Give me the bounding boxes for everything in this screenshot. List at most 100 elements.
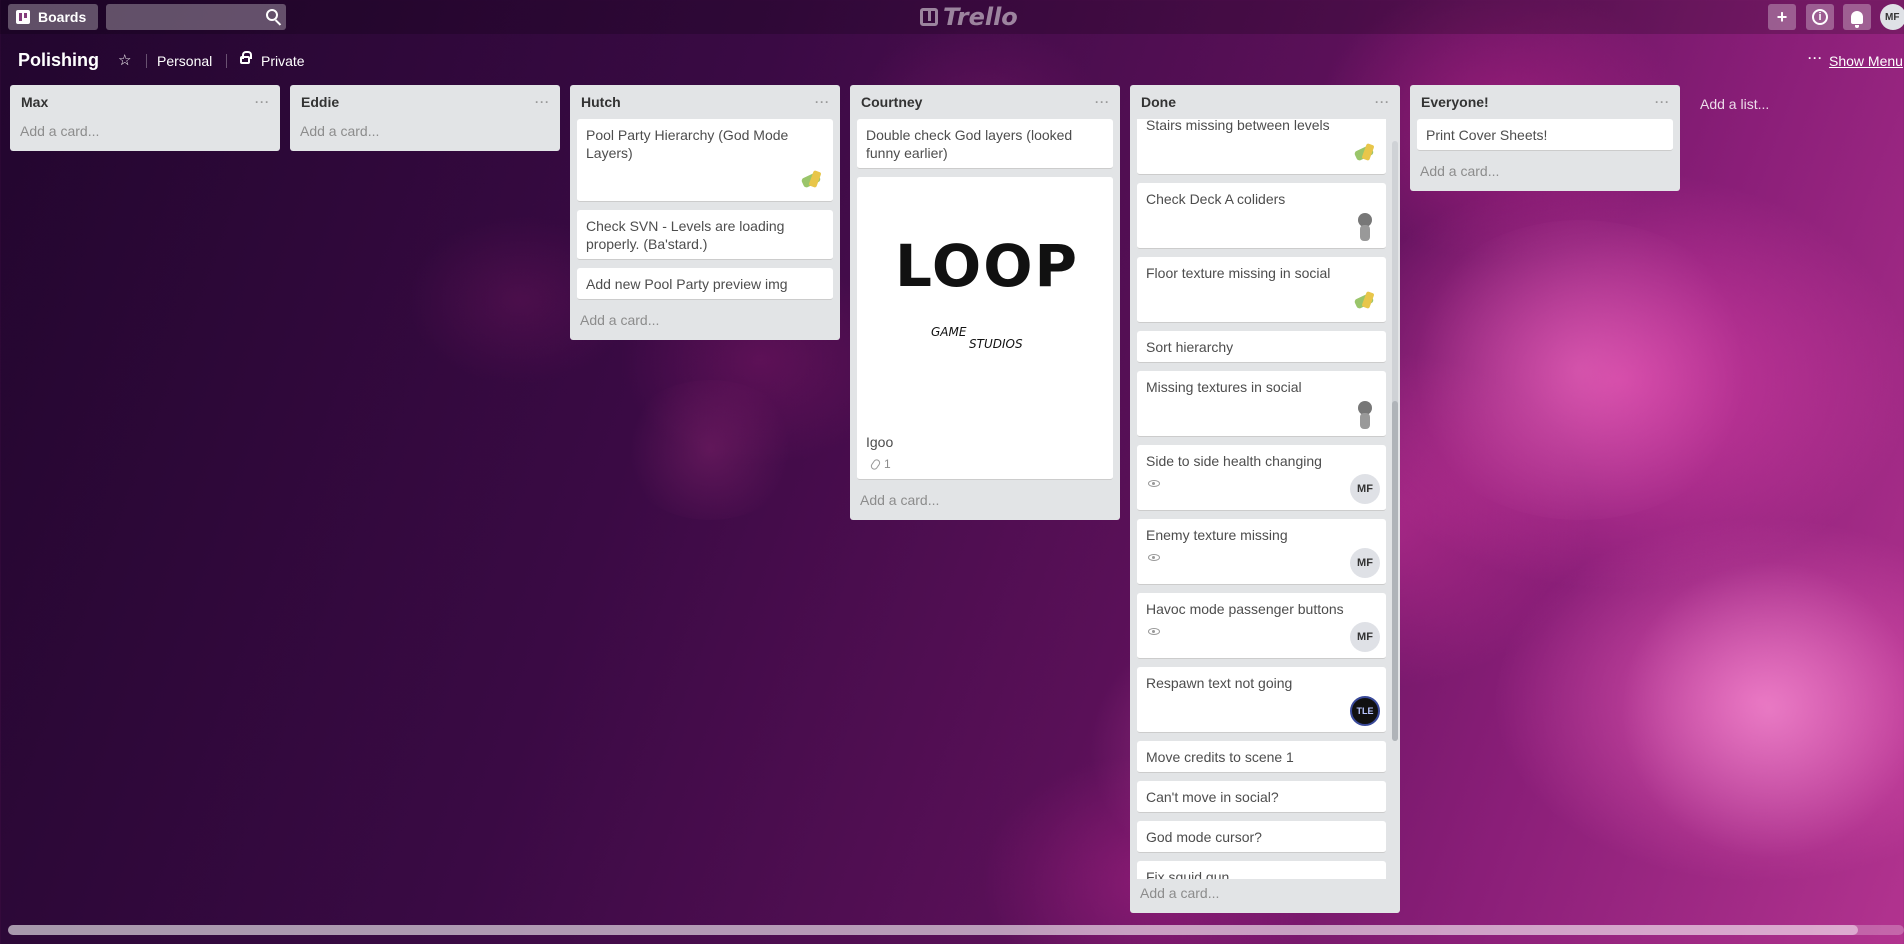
add-card-button[interactable]: Add a card... [10, 119, 280, 151]
add-card-button[interactable]: Add a card... [1130, 879, 1400, 913]
add-list-button[interactable]: Add a list... [1700, 96, 1769, 112]
list-scrollbar-thumb[interactable] [1392, 401, 1398, 741]
board-visibility[interactable]: Private [261, 53, 305, 69]
list-header[interactable]: Done ··· [1130, 85, 1400, 119]
goblin-avatar-icon [1352, 290, 1378, 312]
member-avatar[interactable]: MF [1350, 622, 1380, 652]
card-title: Check SVN - Levels are loading properly.… [586, 218, 785, 252]
card[interactable]: Havoc mode passenger buttons MF [1137, 593, 1386, 659]
card[interactable]: Check Deck A coliders [1137, 183, 1386, 249]
list-header[interactable]: Eddie ··· [290, 85, 560, 119]
list-header[interactable]: Courtney ··· [850, 85, 1120, 119]
paperclip-icon [869, 457, 882, 471]
member-avatar[interactable]: TLE [1350, 696, 1380, 726]
card[interactable]: Double check God layers (looked funny ea… [857, 119, 1113, 169]
list-header[interactable]: Hutch ··· [570, 85, 840, 119]
card-title: God mode cursor? [1146, 829, 1262, 845]
card[interactable]: Floor texture missing in social [1137, 257, 1386, 323]
card[interactable]: Fix squid gun [1137, 861, 1386, 879]
card-title: Floor texture missing in social [1146, 265, 1331, 281]
search-input[interactable] [106, 4, 286, 30]
card[interactable]: Move credits to scene 1 [1137, 741, 1386, 773]
list-title[interactable]: Done [1141, 94, 1176, 110]
list-cards-scroll[interactable]: Stairs missing between levels Check Deck… [1130, 119, 1400, 879]
ellipsis-icon[interactable]: ··· [1808, 51, 1823, 65]
attachment-count: 1 [884, 457, 891, 471]
card[interactable]: Check SVN - Levels are loading properly.… [577, 210, 833, 260]
list-menu-icon[interactable]: ··· [255, 95, 270, 109]
card[interactable]: Respawn text not going TLE [1137, 667, 1386, 733]
monkey-avatar-icon [1354, 401, 1376, 429]
boards-icon [16, 10, 30, 24]
card-title: Side to side health changing [1146, 453, 1322, 469]
card[interactable]: Add new Pool Party preview img [577, 268, 833, 300]
member-avatar[interactable] [1350, 212, 1380, 242]
card[interactable]: Side to side health changing MF [1137, 445, 1386, 511]
list-title[interactable]: Max [21, 94, 48, 110]
card[interactable]: Enemy texture missing MF [1137, 519, 1386, 585]
list-header[interactable]: Max ··· [10, 85, 280, 119]
card[interactable]: Missing textures in social [1137, 371, 1386, 437]
list-title[interactable]: Eddie [301, 94, 339, 110]
board-scrollbar-thumb[interactable] [8, 925, 1858, 935]
list-title[interactable]: Everyone! [1421, 94, 1489, 110]
list-menu-icon[interactable]: ··· [1095, 95, 1110, 109]
card[interactable]: Stairs missing between levels [1137, 119, 1386, 175]
user-avatar[interactable]: MF [1880, 4, 1904, 30]
member-avatar[interactable] [797, 165, 827, 195]
card-title: Sort hierarchy [1146, 339, 1234, 355]
watch-badge [1148, 622, 1160, 638]
lock-icon [240, 51, 252, 64]
member-avatar[interactable] [1350, 286, 1380, 316]
add-card-button[interactable]: Add a card... [850, 488, 1120, 520]
add-card-button[interactable]: Add a card... [570, 308, 840, 340]
list-menu-icon[interactable]: ··· [1655, 95, 1670, 109]
member-avatar[interactable]: MF [1350, 474, 1380, 504]
add-card-button[interactable]: Add a card... [1410, 159, 1680, 191]
divider [226, 54, 227, 68]
card[interactable]: God mode cursor? [1137, 821, 1386, 853]
board-horizontal-scrollbar[interactable] [8, 925, 1904, 935]
bell-icon [1851, 10, 1863, 28]
eye-icon [1148, 554, 1160, 561]
list-menu-icon[interactable]: ··· [815, 95, 830, 109]
member-avatar[interactable] [1350, 400, 1380, 430]
list-done: Done ··· Stairs missing between levels C… [1130, 85, 1400, 913]
show-menu-link[interactable]: Show Menu [1829, 53, 1903, 69]
card-with-cover[interactable]: LOOP GAME STUDIOS Igoo 1 [857, 177, 1113, 480]
card-title: Enemy texture missing [1146, 527, 1288, 543]
list-hutch: Hutch ··· Pool Party Hierarchy (God Mode… [570, 85, 840, 340]
plus-icon: + [1776, 6, 1788, 27]
info-button[interactable]: i [1806, 4, 1834, 30]
list-eddie: Eddie ··· Add a card... [290, 85, 560, 151]
card-title: Can't move in social? [1146, 789, 1279, 805]
card[interactable]: Pool Party Hierarchy (God Mode Layers) [577, 119, 833, 202]
card[interactable]: Can't move in social? [1137, 781, 1386, 813]
board-title[interactable]: Polishing [18, 50, 99, 71]
list-header[interactable]: Everyone! ··· [1410, 85, 1680, 119]
add-card-button[interactable]: Add a card... [290, 119, 560, 151]
logo-subtext: GAME [931, 325, 967, 339]
member-avatar[interactable]: MF [1350, 548, 1380, 578]
star-icon[interactable]: ☆ [118, 51, 131, 69]
watch-badge [1148, 548, 1160, 564]
search-icon[interactable] [266, 9, 278, 21]
notifications-button[interactable] [1843, 4, 1871, 30]
list-menu-icon[interactable]: ··· [1375, 95, 1390, 109]
eye-icon [1148, 480, 1160, 487]
card[interactable]: Print Cover Sheets! [1417, 119, 1673, 151]
card-title: Igoo [866, 434, 894, 450]
top-header: Boards Trello + i MF [0, 0, 1904, 34]
list-title[interactable]: Courtney [861, 94, 922, 110]
list-title[interactable]: Hutch [581, 94, 621, 110]
trello-logo[interactable]: Trello [920, 3, 1018, 31]
member-avatar[interactable] [1350, 138, 1380, 168]
boards-button[interactable]: Boards [8, 4, 98, 30]
card-title: Check Deck A coliders [1146, 191, 1286, 207]
card[interactable]: Sort hierarchy [1137, 331, 1386, 363]
card-title: Havoc mode passenger buttons [1146, 601, 1344, 617]
list-scrollbar[interactable] [1392, 141, 1398, 741]
list-menu-icon[interactable]: ··· [535, 95, 550, 109]
board-team[interactable]: Personal [157, 53, 212, 69]
add-button[interactable]: + [1768, 4, 1796, 30]
